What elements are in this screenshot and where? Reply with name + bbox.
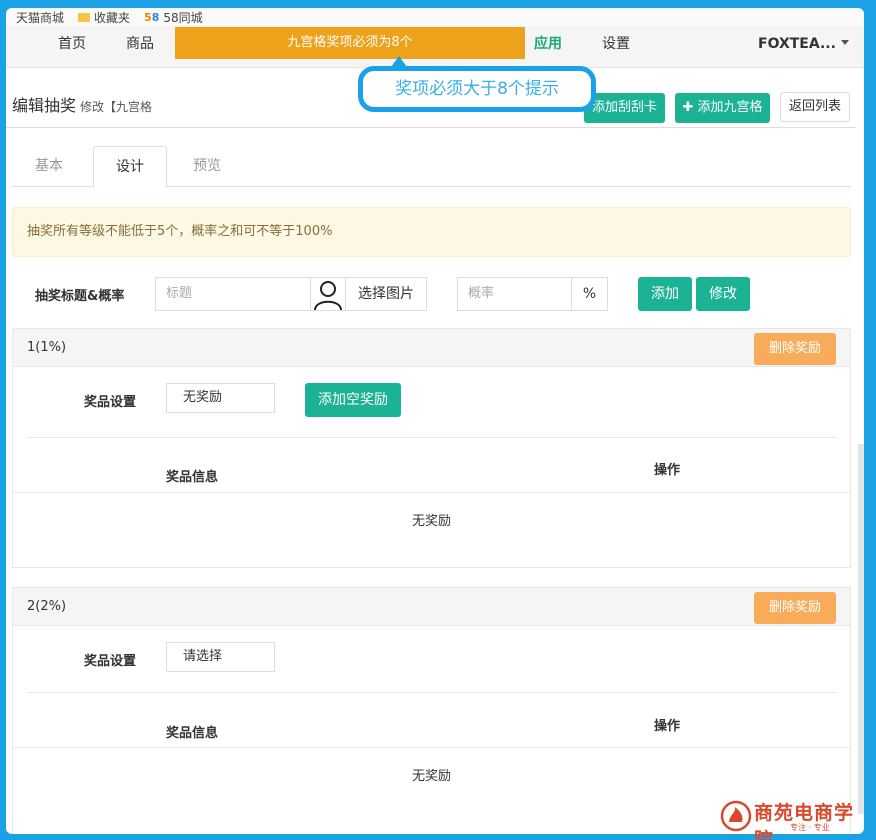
prize-select-value: 无奖励 <box>183 390 223 405</box>
user-menu[interactable]: FOXTEA... <box>758 26 849 68</box>
add-nine-grid-button[interactable]: ✚ 添加九宫格 <box>675 93 770 123</box>
tab-design[interactable]: 设计 <box>93 146 167 188</box>
bookmarks-bar: 天猫商城 收藏夹 58 58同城 <box>6 8 864 26</box>
callout-pointer <box>391 56 407 67</box>
bookmark-label: 天猫商城 <box>16 10 65 25</box>
divider <box>13 747 850 748</box>
add-scratch-card-button[interactable]: 添加刮刮卡 <box>584 93 665 123</box>
tab-preview[interactable]: 预览 <box>170 146 244 187</box>
prize-panel-2: 2(2%) 删除奖励 奖品设置 请选择 奖品信息 操作 无奖励 <box>12 587 851 834</box>
divider <box>13 492 850 493</box>
divider <box>27 437 836 438</box>
bookmark-58[interactable]: 58 58同城 <box>144 9 203 26</box>
bookmark-tmall[interactable]: 天猫商城 <box>16 9 64 26</box>
prize-select-value: 请选择 <box>183 649 223 664</box>
top-nav: 首页 商品 九宫格奖项必须为8个 应用 设置 FOXTEA... <box>6 26 864 68</box>
bookmark-label: 收藏夹 <box>94 10 131 25</box>
rate-input[interactable]: 概率 <box>457 277 572 311</box>
flame-logo-icon <box>720 800 752 832</box>
col-actions: 操作 <box>654 463 681 478</box>
caret-down-icon <box>840 40 849 45</box>
58-icon: 58 <box>144 10 160 24</box>
col-prize-info: 奖品信息 <box>166 470 219 485</box>
empty-rewards-text: 无奖励 <box>411 769 451 784</box>
add-empty-reward-button[interactable]: 添加空奖励 <box>305 383 401 417</box>
prize-select[interactable]: 无奖励 <box>166 383 275 413</box>
empty-rewards-text: 无奖励 <box>411 514 451 529</box>
user-name: FOXTEA... <box>758 36 836 52</box>
rules-alert: 抽奖所有等级不能低于5个，概率之和可不等于100% <box>12 207 851 257</box>
user-silhouette-icon <box>314 281 342 311</box>
panel-header: 1(1%) 删除奖励 <box>13 329 850 367</box>
bookmark-favorites[interactable]: 收藏夹 <box>78 9 130 26</box>
watermark-text: 商苑电商学院 <box>754 802 855 840</box>
browser-frame: 天猫商城 收藏夹 58 58同城 首页 商品 九宫格奖项必须为8个 应用 设置 … <box>6 8 864 834</box>
title-input[interactable]: 标题 <box>155 277 311 311</box>
edit-level-button[interactable]: 修改 <box>696 277 750 311</box>
folder-icon <box>78 12 91 22</box>
col-actions: 操作 <box>654 719 681 734</box>
annotation-callout: 奖项必须大于8个提示 <box>358 66 596 112</box>
delete-reward-button[interactable]: 删除奖励 <box>754 592 836 624</box>
choose-image-button[interactable]: 选择图片 <box>345 277 427 311</box>
title-rate-label: 抽奖标题&概率 <box>35 289 125 304</box>
page-title-text: 编辑抽奖 <box>12 96 77 115</box>
page-title: 编辑抽奖 修改【九宫格 <box>12 92 152 116</box>
nav-home[interactable]: 首页 <box>58 26 86 68</box>
divider <box>27 692 836 693</box>
watermark-logo: 商苑电商学院 专注 · 专业 <box>720 798 870 840</box>
plus-icon: ✚ <box>682 100 698 115</box>
prize-setting-label: 奖品设置 <box>84 395 137 410</box>
prize-select[interactable]: 请选择 <box>166 642 275 672</box>
prize-panel-1: 1(1%) 删除奖励 奖品设置 无奖励 添加空奖励 奖品信息 操作 无奖励 <box>12 328 851 568</box>
tab-basic[interactable]: 基本 <box>12 146 86 187</box>
prize-setting-label: 奖品设置 <box>84 654 137 669</box>
add-level-button[interactable]: 添加 <box>638 277 692 311</box>
bookmark-label: 58同城 <box>163 10 203 25</box>
delete-reward-button[interactable]: 删除奖励 <box>754 333 836 365</box>
percent-addon: % <box>571 277 608 311</box>
nav-settings[interactable]: 设置 <box>602 26 630 68</box>
back-to-list-button[interactable]: 返回列表 <box>780 92 850 122</box>
grid-count-warning: 九宫格奖项必须为8个 <box>175 27 525 59</box>
page-subtitle: 修改【九宫格 <box>80 100 153 114</box>
panel-header: 2(2%) 删除奖励 <box>13 588 850 626</box>
scrollbar[interactable] <box>858 444 864 814</box>
watermark-subtext: 专注 · 专业 <box>790 823 830 832</box>
nav-apps[interactable]: 应用 <box>534 26 562 68</box>
col-prize-info: 奖品信息 <box>166 726 219 741</box>
nav-goods[interactable]: 商品 <box>126 26 154 68</box>
image-preview <box>310 277 346 311</box>
panel-title: 1(1%) <box>27 340 67 355</box>
panel-title: 2(2%) <box>27 599 67 614</box>
tab-bar: 基本 设计 预览 <box>12 146 851 188</box>
